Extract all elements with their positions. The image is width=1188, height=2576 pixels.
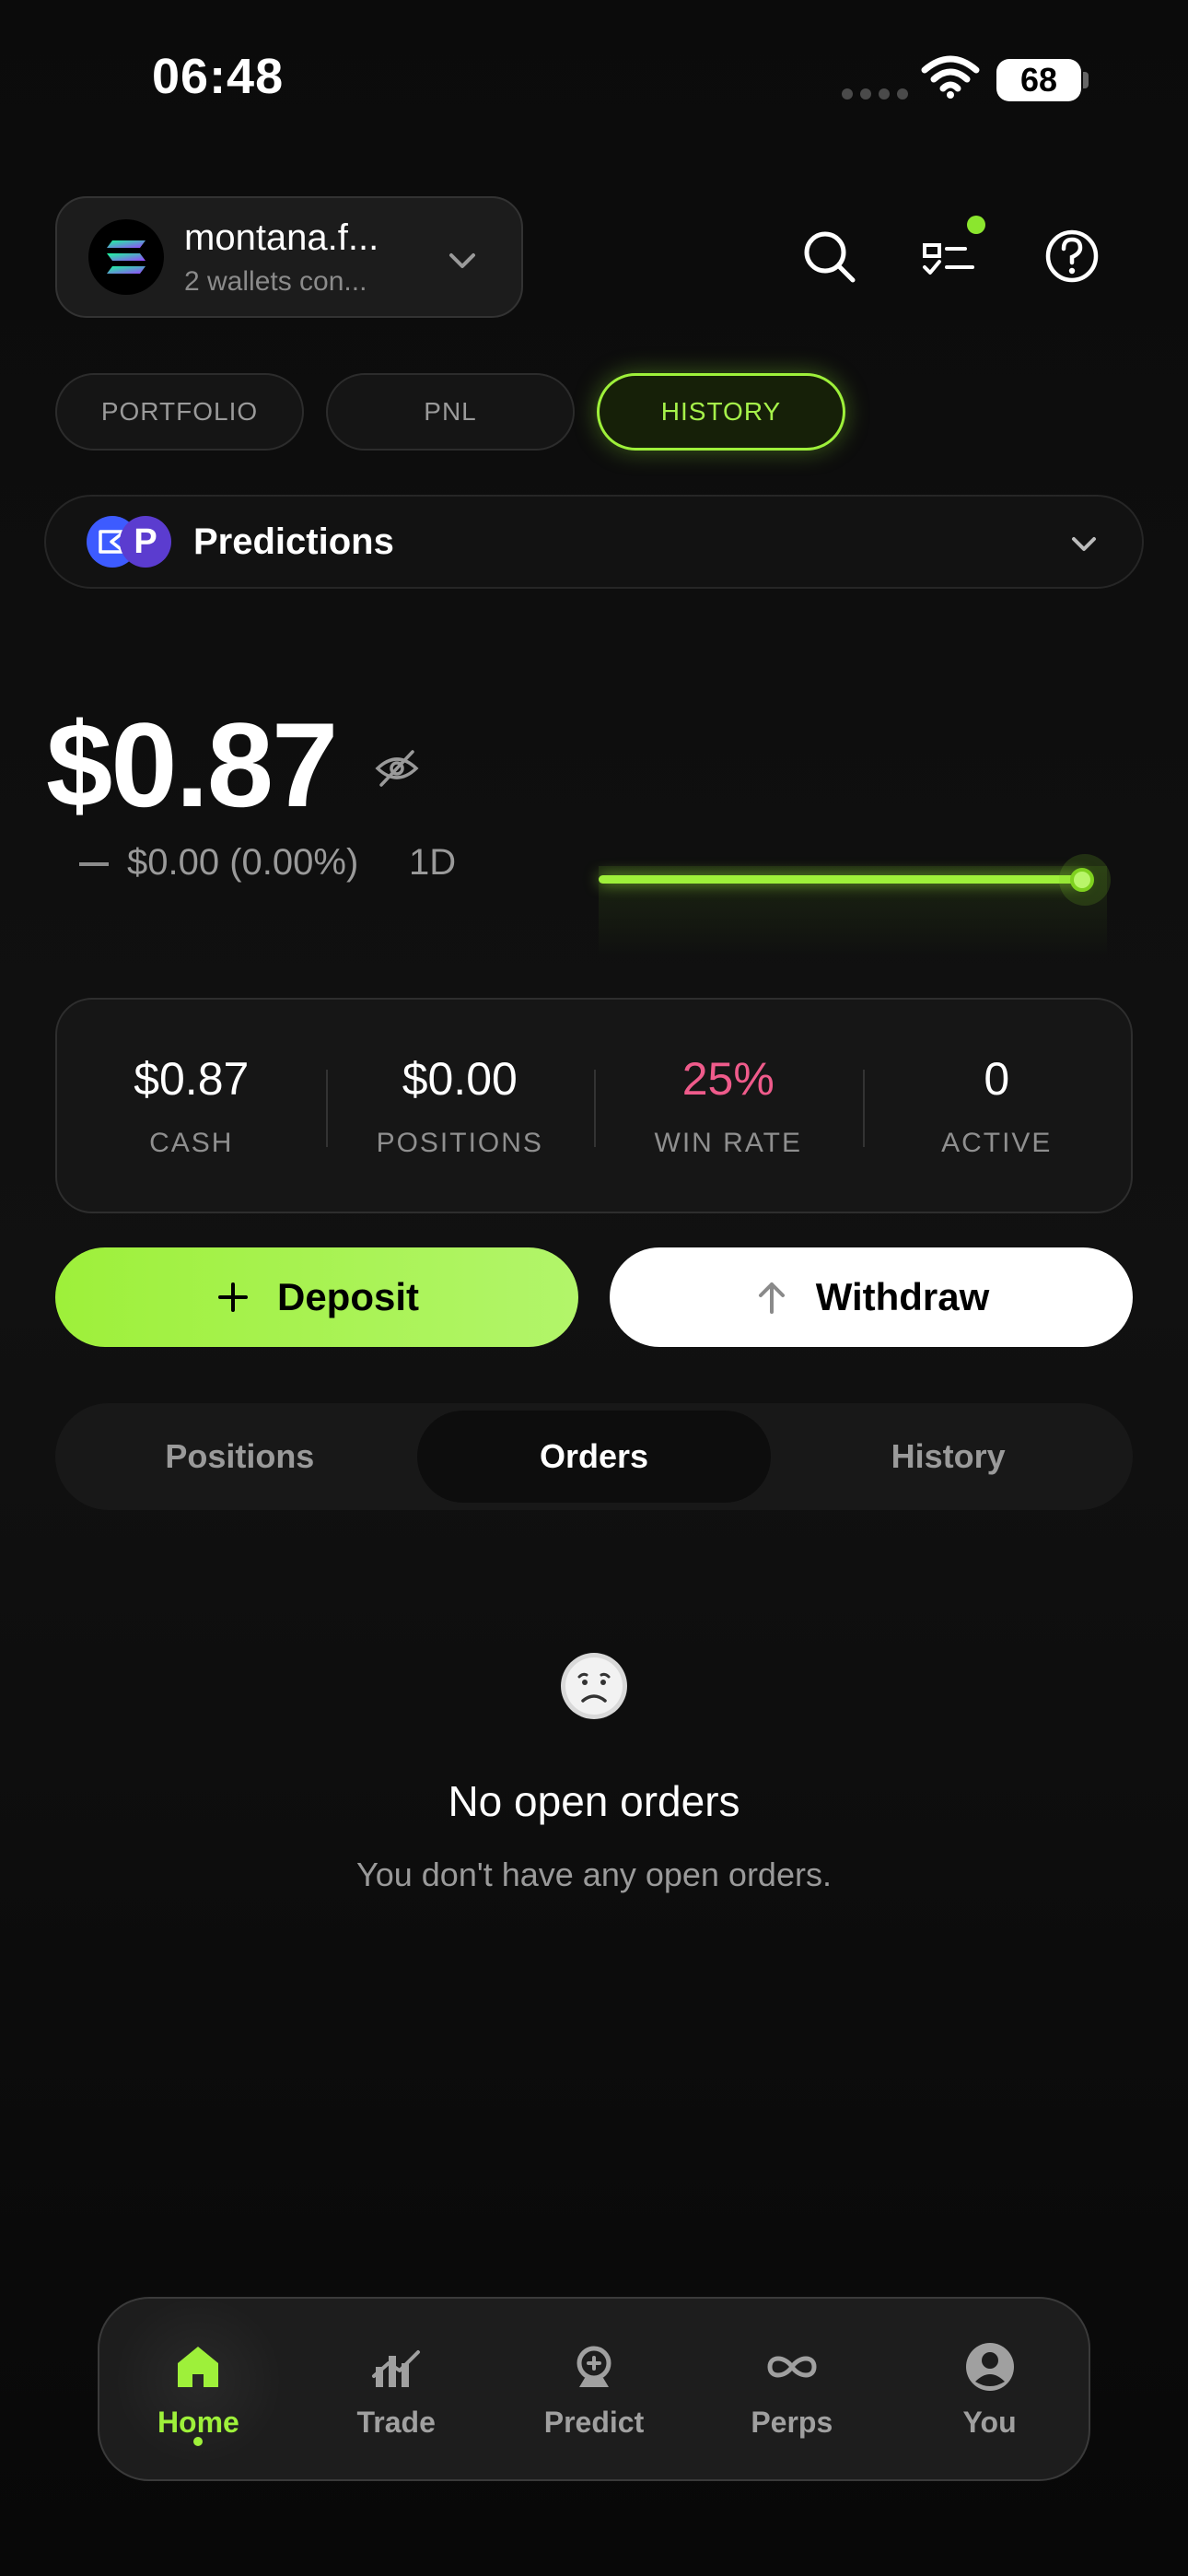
infinity-icon xyxy=(767,2356,817,2377)
plus-icon xyxy=(217,1282,248,1312)
wifi-icon xyxy=(921,55,980,99)
nav-trade[interactable]: Trade xyxy=(297,2299,495,2479)
balance-period: 1D xyxy=(409,842,457,883)
stat-value: $0.00 xyxy=(402,1053,518,1105)
help-icon[interactable] xyxy=(1039,223,1105,289)
battery-cap xyxy=(1083,72,1089,88)
withdraw-label: Withdraw xyxy=(815,1275,990,1318)
tab-portfolio[interactable]: PORTFOLIO xyxy=(55,373,304,451)
withdraw-button[interactable]: Withdraw xyxy=(610,1247,1133,1347)
stat-cash: $0.87 CASH xyxy=(57,1000,326,1212)
predict-icon xyxy=(577,2346,611,2387)
deposit-label: Deposit xyxy=(276,1275,419,1318)
nav-perps[interactable]: Perps xyxy=(693,2299,891,2479)
tab-orders[interactable]: Orders xyxy=(416,1411,772,1503)
account-switcher[interactable]: montana.f... 2 wallets con... xyxy=(55,196,523,318)
stat-value: 0 xyxy=(984,1053,1010,1105)
account-wallets-count: 2 wallets con... xyxy=(184,265,367,297)
tab-pnl[interactable]: PNL xyxy=(326,373,575,451)
tab-positions[interactable]: Positions xyxy=(63,1411,417,1503)
chevron-down-icon xyxy=(1072,537,1096,551)
stats-card: $0.87 CASH $0.00 POSITIONS 25% WIN RATE … xyxy=(55,998,1133,1213)
empty-state-subtitle: You don't have any open orders. xyxy=(356,1856,832,1893)
home-icon xyxy=(178,2346,219,2387)
status-time: 06:48 xyxy=(152,49,285,104)
nav-label: Predict xyxy=(543,2405,645,2439)
cellular-signal-icon xyxy=(842,88,908,100)
nav-active-dot xyxy=(193,2437,204,2446)
nav-home[interactable]: Home xyxy=(99,2299,297,2479)
nav-label: Perps xyxy=(751,2405,833,2439)
market-selector-label: Predictions xyxy=(193,521,394,562)
stat-label: POSITIONS xyxy=(376,1128,543,1158)
change-neutral-icon xyxy=(79,862,109,866)
sparkline-end-dot xyxy=(1070,868,1094,892)
balance-change: $0.00 (0.00%) xyxy=(127,842,359,883)
deposit-button[interactable]: Deposit xyxy=(55,1247,578,1347)
bottom-nav: Home Trade Predict Perps You xyxy=(98,2297,1090,2481)
market-selector[interactable]: P Predictions xyxy=(44,495,1144,589)
battery-indicator: 68 xyxy=(996,59,1081,101)
arrow-up-icon xyxy=(758,1282,785,1314)
user-icon xyxy=(965,2342,1014,2391)
stat-value: 25% xyxy=(681,1053,775,1105)
predictions-logo-icon: P xyxy=(87,516,171,568)
nav-label: Home xyxy=(157,2405,239,2439)
balance-sparkline xyxy=(599,875,1085,884)
stat-win-rate: 25% WIN RATE xyxy=(594,1000,863,1212)
stat-value: $0.87 xyxy=(134,1053,250,1105)
stat-active: 0 ACTIVE xyxy=(862,1000,1132,1212)
nav-you[interactable]: You xyxy=(891,2299,1089,2479)
portfolio-balance: $0.87 xyxy=(46,697,338,832)
stat-label: WIN RATE xyxy=(654,1128,802,1158)
nav-label: You xyxy=(962,2405,1017,2439)
tab-history[interactable]: HISTORY xyxy=(597,373,845,451)
notification-dot xyxy=(967,216,985,234)
stat-positions: $0.00 POSITIONS xyxy=(325,1000,595,1212)
account-name: montana.f... xyxy=(184,217,379,258)
segment-tabs: Positions Orders History xyxy=(55,1403,1133,1510)
stat-label: ACTIVE xyxy=(941,1128,1053,1158)
tab-history-list[interactable]: History xyxy=(771,1411,1125,1503)
nav-label: Trade xyxy=(356,2405,436,2439)
stat-label: CASH xyxy=(149,1128,234,1158)
status-bar: 06:48 68 xyxy=(0,0,1188,157)
eye-off-icon[interactable] xyxy=(374,748,420,789)
nav-predict[interactable]: Predict xyxy=(495,2299,693,2479)
empty-state-title: No open orders xyxy=(448,1777,740,1825)
sad-face-icon xyxy=(561,1653,627,1719)
trade-chart-icon xyxy=(372,2349,421,2387)
chevron-down-icon xyxy=(449,253,475,268)
search-icon[interactable] xyxy=(796,223,862,289)
solana-logo-icon xyxy=(88,219,164,295)
